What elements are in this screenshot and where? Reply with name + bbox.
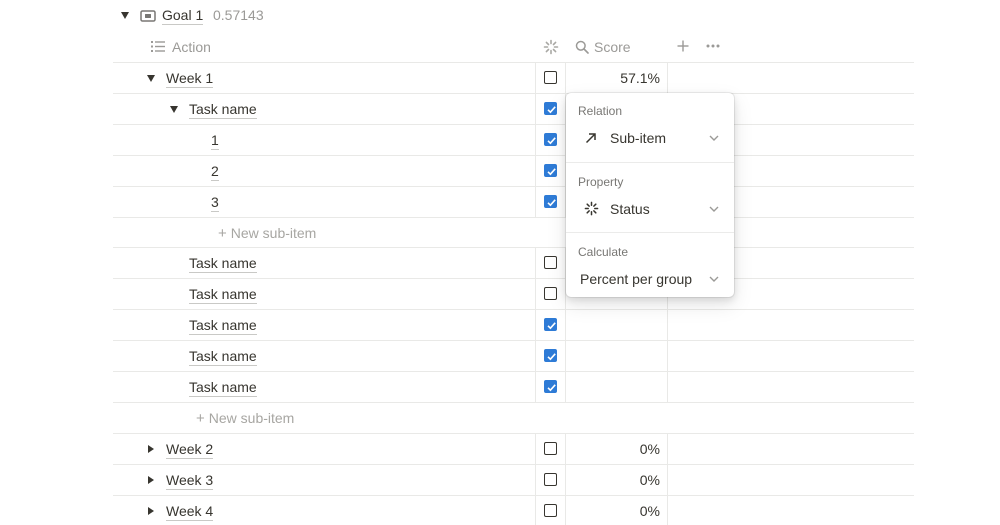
group-value: 0.57143 xyxy=(213,7,264,23)
row-title[interactable]: Week 2 xyxy=(166,441,214,459)
status-checkbox[interactable] xyxy=(544,504,557,517)
list-icon xyxy=(151,41,165,52)
arrow-up-right-icon xyxy=(585,133,596,144)
loading-spinner-icon xyxy=(584,201,599,216)
relation-value: Sub-item xyxy=(610,130,667,146)
row-title[interactable]: Task name xyxy=(189,255,257,273)
search-icon xyxy=(575,40,589,54)
triangle-down-icon[interactable] xyxy=(147,75,155,82)
row-title[interactable]: Week 3 xyxy=(166,472,214,490)
page-icon xyxy=(140,10,156,22)
status-checkbox[interactable] xyxy=(544,164,557,177)
loading-spinner-icon[interactable] xyxy=(543,39,559,55)
plus-icon[interactable] xyxy=(677,40,689,52)
status-checkbox[interactable] xyxy=(544,349,557,362)
chevron-down-icon xyxy=(709,206,719,212)
score-value: 0% xyxy=(639,503,660,519)
triangle-right-icon[interactable] xyxy=(148,445,154,453)
row-title[interactable]: 1 xyxy=(211,132,219,150)
group-title[interactable]: Goal 1 xyxy=(162,7,204,25)
chevron-down-icon xyxy=(709,135,719,141)
score-value: 0% xyxy=(639,441,660,457)
property-value: Status xyxy=(610,201,650,217)
group-toggle-icon[interactable] xyxy=(121,12,129,19)
row-title[interactable]: Week 1 xyxy=(166,70,214,88)
status-checkbox[interactable] xyxy=(544,473,557,486)
rollup-config-popup: Relation Sub-item Property Status Calcul… xyxy=(566,93,734,297)
calculate-value: Percent per group xyxy=(580,271,693,287)
plus-icon: + xyxy=(196,410,205,427)
score-value: 57.1% xyxy=(620,70,660,86)
calculate-label: Calculate xyxy=(578,245,629,259)
row-title[interactable]: Task name xyxy=(189,286,257,304)
row-title[interactable]: Task name xyxy=(189,379,257,397)
column-header-action[interactable]: Action xyxy=(172,39,211,55)
status-checkbox[interactable] xyxy=(544,71,557,84)
row-title[interactable]: 2 xyxy=(211,163,219,181)
status-checkbox[interactable] xyxy=(544,102,557,115)
triangle-down-icon[interactable] xyxy=(170,106,178,113)
new-sub-item-button[interactable]: + New sub-item xyxy=(218,225,316,242)
row-title[interactable]: Week 4 xyxy=(166,503,214,521)
column-header-score[interactable]: Score xyxy=(594,39,631,55)
plus-icon: + xyxy=(218,225,227,242)
status-checkbox[interactable] xyxy=(544,380,557,393)
status-checkbox[interactable] xyxy=(544,318,557,331)
row-title[interactable]: Task name xyxy=(189,317,257,335)
row-title[interactable]: Task name xyxy=(189,101,257,119)
row-title[interactable]: 3 xyxy=(211,194,219,212)
status-checkbox[interactable] xyxy=(544,287,557,300)
status-checkbox[interactable] xyxy=(544,133,557,146)
relation-label: Relation xyxy=(578,104,623,118)
score-value: 0% xyxy=(639,472,660,488)
chevron-down-icon xyxy=(709,276,719,282)
status-checkbox[interactable] xyxy=(544,256,557,269)
triangle-right-icon[interactable] xyxy=(148,476,154,484)
triangle-right-icon[interactable] xyxy=(148,507,154,515)
row-title[interactable]: Task name xyxy=(189,348,257,366)
new-sub-item-button[interactable]: + New sub-item xyxy=(196,410,294,427)
status-checkbox[interactable] xyxy=(544,442,557,455)
ellipsis-icon[interactable] xyxy=(706,44,720,48)
status-checkbox[interactable] xyxy=(544,195,557,208)
property-label: Property xyxy=(578,175,624,189)
